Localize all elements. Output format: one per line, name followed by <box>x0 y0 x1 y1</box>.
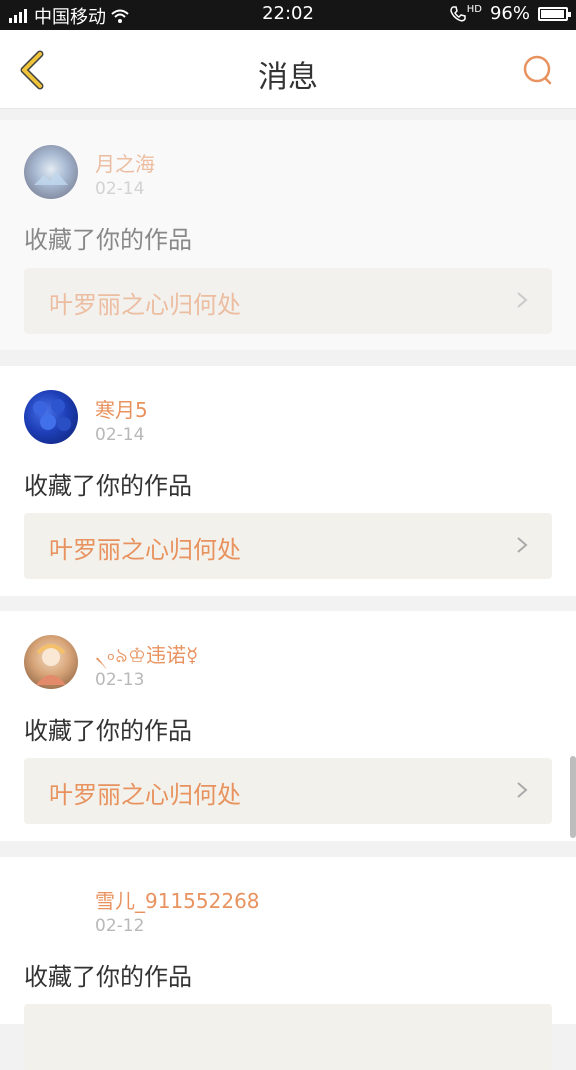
chevron-right-icon <box>517 782 528 798</box>
search-icon[interactable] <box>522 54 554 86</box>
username[interactable]: 寒月5 <box>95 394 148 423</box>
action-text: 收藏了你的作品 <box>24 717 192 745</box>
action-text: 收藏了你的作品 <box>24 472 192 500</box>
username[interactable]: 雪儿_911552268 <box>95 885 260 914</box>
action-text: 收藏了你的作品 <box>24 226 192 254</box>
app-header: 消息 <box>0 30 576 109</box>
message-date: 02-13 <box>95 670 145 690</box>
chevron-right-icon <box>517 292 528 308</box>
avatar[interactable] <box>24 145 78 199</box>
page-title: 消息 <box>258 60 318 95</box>
message-card: 雪儿_911552268 02-12 收藏了你的作品 <box>0 857 576 1070</box>
phone-hd-icon <box>449 5 466 22</box>
status-bar: 中国移动 22:02 HD 96% <box>0 0 576 30</box>
scrollbar[interactable] <box>570 756 576 838</box>
action-text: 收藏了你的作品 <box>24 963 192 991</box>
chevron-right-icon <box>517 537 528 553</box>
message-card: ৲৹৯♔违诺☿ 02-13 收藏了你的作品 叶罗丽之心归何处 <box>0 611 576 841</box>
work-link[interactable]: 叶罗丽之心归何处 <box>24 513 552 579</box>
work-title: 叶罗丽之心归何处 <box>49 781 241 809</box>
work-title: 叶罗丽之心归何处 <box>49 536 241 564</box>
username[interactable]: ৲৹৯♔违诺☿ <box>95 639 198 674</box>
avatar[interactable] <box>24 390 78 444</box>
battery-icon <box>538 6 571 21</box>
hd-label: HD <box>466 4 482 15</box>
battery-percent: 96% <box>489 3 530 24</box>
work-link[interactable] <box>24 1004 552 1070</box>
work-title: 叶罗丽之心归何处 <box>49 291 241 319</box>
avatar[interactable] <box>24 635 78 689</box>
message-card: 寒月5 02-14 收藏了你的作品 叶罗丽之心归何处 <box>0 366 576 596</box>
work-link[interactable]: 叶罗丽之心归何处 <box>24 758 552 824</box>
status-right: HD 96% <box>449 3 571 24</box>
message-card: 月之海 02-14 收藏了你的作品 叶罗丽之心归何处 <box>0 120 576 350</box>
username[interactable]: 月之海 <box>95 148 155 177</box>
message-date: 02-12 <box>95 916 145 936</box>
message-date: 02-14 <box>95 425 145 445</box>
work-link[interactable]: 叶罗丽之心归何处 <box>24 268 552 334</box>
message-date: 02-14 <box>95 179 145 199</box>
